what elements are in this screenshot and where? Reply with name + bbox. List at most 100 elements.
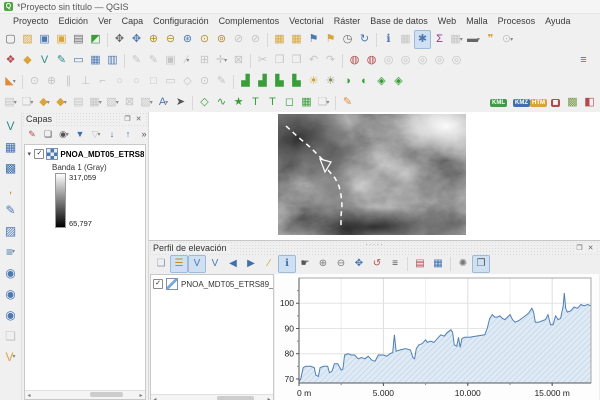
menu-vectorial[interactable]: Vectorial bbox=[284, 16, 329, 26]
panel-splitter-handle[interactable]: ····· bbox=[365, 240, 383, 249]
menu-base-de-datos[interactable]: Base de datos bbox=[365, 16, 433, 26]
new-spatialite-layer-button[interactable]: ✎ bbox=[53, 51, 70, 70]
layer-tree-item[interactable]: ▾ ✓ PNOA_MDT05_ETRS89_HU bbox=[25, 145, 145, 161]
undo-button[interactable]: ↶ bbox=[305, 51, 322, 70]
ellipse-tool-button[interactable]: ⊙ bbox=[196, 72, 213, 91]
digitize-with-segment-button[interactable]: ∕▾ bbox=[179, 51, 196, 70]
trim-extend-button[interactable]: ⌐ bbox=[94, 72, 111, 91]
menu-malla[interactable]: Malla bbox=[461, 16, 493, 26]
annotations-menu-button[interactable]: ❏▾ bbox=[19, 93, 36, 112]
full-histogram-stretch-button[interactable]: ▟ bbox=[254, 72, 271, 91]
expand-all-button[interactable]: ↓ bbox=[104, 126, 120, 143]
data-source-manager-button[interactable]: ❖ bbox=[2, 51, 19, 70]
save-project-button[interactable]: ▣ bbox=[36, 30, 53, 49]
profile-panel-close-button[interactable]: ✕ bbox=[585, 244, 596, 252]
menu-raster[interactable]: Ráster bbox=[329, 16, 366, 26]
profile-options-button[interactable]: ≡ bbox=[386, 255, 404, 273]
open-attribute-table-button[interactable]: ▦ bbox=[397, 30, 414, 49]
edit-in-place-button[interactable]: ⊠ bbox=[121, 93, 138, 112]
create-rect-text-annotation-button[interactable]: ◻ bbox=[281, 93, 298, 112]
filter-legend-button[interactable]: ▼ bbox=[72, 126, 88, 143]
pan-to-selection-button[interactable]: ✥ bbox=[128, 30, 145, 49]
profile-zoom-in-button[interactable]: ⊕ bbox=[314, 255, 332, 273]
layer-tree[interactable]: ▾ ✓ PNOA_MDT05_ETRS89_HU Banda 1 (Gray) … bbox=[24, 144, 146, 400]
select-annotation-button[interactable]: ➤ bbox=[172, 93, 189, 112]
profile-layer-item[interactable]: ✓ PNOA_MDT05_ETRS89_HU30_0 bbox=[151, 275, 273, 293]
profile-pan-button[interactable]: ☛ bbox=[296, 255, 314, 273]
elevation-profile-chart[interactable]: 7080901000 m5.00010.00015.000 m bbox=[275, 274, 599, 400]
manage-map-themes-button[interactable]: ◉▾ bbox=[56, 126, 72, 143]
layer-diagram-options-button[interactable]: ◍ bbox=[363, 51, 380, 70]
modify-annotations-button[interactable]: ❏▾ bbox=[315, 93, 332, 112]
rectangle-from-extent-button[interactable]: □ bbox=[145, 72, 162, 91]
save-layer-edits-button[interactable]: ▣ bbox=[162, 51, 179, 70]
statistics-panel-button[interactable]: Σ bbox=[431, 30, 448, 49]
process-selected-button[interactable]: ▧▾ bbox=[138, 93, 155, 112]
show-bookmarks-button[interactable]: ⚑ bbox=[322, 30, 339, 49]
profile-layer-list[interactable]: ✓ PNOA_MDT05_ETRS89_HU30_0 ◂ ▸ bbox=[150, 274, 274, 400]
current-edits-button[interactable]: ✎ bbox=[128, 51, 145, 70]
add-spatialite-layer-button[interactable]: ✎ bbox=[0, 199, 21, 220]
auto-label-button[interactable]: A▾ bbox=[155, 93, 172, 112]
create-polygon-annotation-button[interactable]: ◇ bbox=[196, 93, 213, 112]
new-temporary-scratch-layer-button[interactable]: ▭ bbox=[70, 51, 87, 70]
zoom-to-layer-button[interactable]: ⊚ bbox=[213, 30, 230, 49]
full-cumulative-stretch-button[interactable]: ▙ bbox=[288, 72, 305, 91]
new-geopackage-layer-button[interactable]: ◆ bbox=[19, 51, 36, 70]
layer-labeling-options-button[interactable]: ◍ bbox=[346, 51, 363, 70]
decrease-brightness-button[interactable]: ☀ bbox=[322, 72, 339, 91]
move-label-button[interactable]: ◎ bbox=[414, 51, 431, 70]
add-group-button[interactable]: ❏ bbox=[40, 126, 56, 143]
create-image-annotation-button[interactable]: ▦ bbox=[298, 93, 315, 112]
menu-procesos[interactable]: Procesos bbox=[493, 16, 541, 26]
add-wfs-layer-button[interactable]: ◉ bbox=[0, 304, 21, 325]
add-wms-layer-button[interactable]: ◉ bbox=[0, 262, 21, 283]
scroll-right-icon[interactable]: ▸ bbox=[137, 392, 145, 399]
collapse-all-button[interactable]: ↑ bbox=[120, 126, 136, 143]
zoom-to-selection-button[interactable]: ⊙ bbox=[196, 30, 213, 49]
add-postgis-layer-button[interactable]: ≡▾ bbox=[0, 241, 21, 262]
rotate-label-button[interactable]: ◎ bbox=[431, 51, 448, 70]
increase-contrast-button[interactable]: ◑ bbox=[339, 72, 356, 91]
new-virtual-layer-button[interactable]: ▦ bbox=[87, 51, 104, 70]
add-mesh-layer-button[interactable]: ▩ bbox=[0, 157, 21, 178]
circle-3-points-button[interactable]: ○ bbox=[128, 72, 145, 91]
refresh-map-button[interactable]: ↻ bbox=[356, 30, 373, 49]
enable-advanced-digitizing-button[interactable]: ⊙ bbox=[26, 72, 43, 91]
scroll-left-icon[interactable]: ◂ bbox=[25, 392, 33, 399]
menu-capa[interactable]: Capa bbox=[117, 16, 149, 26]
add-delimited-text-layer-button[interactable]: , bbox=[0, 178, 21, 199]
copy-features-button[interactable]: ❐ bbox=[271, 51, 288, 70]
layers-panel-close-button[interactable]: ✕ bbox=[133, 115, 144, 123]
profile-zoom-full-button[interactable]: ✥ bbox=[350, 255, 368, 273]
toggle-editing-button[interactable]: ✎ bbox=[145, 51, 162, 70]
new-shapefile-layer-button[interactable]: V bbox=[36, 51, 53, 70]
zoom-out-button[interactable]: ⊖ bbox=[162, 30, 179, 49]
profile-export-pdf-button[interactable]: ▤ bbox=[411, 255, 429, 273]
menu-ver[interactable]: Ver bbox=[93, 16, 117, 26]
export-html-button[interactable]: HTM bbox=[530, 93, 547, 112]
add-raster-layer-button[interactable]: ▦ bbox=[0, 136, 21, 157]
map-theme-preview-button[interactable]: ▧▾ bbox=[104, 93, 121, 112]
rectangle-3-points-button[interactable]: ▭ bbox=[162, 72, 179, 91]
change-label-button[interactable]: ◎ bbox=[448, 51, 465, 70]
profile-list-hscrollbar[interactable]: ◂ ▸ bbox=[151, 394, 273, 400]
raster-calculator-button[interactable]: ▦▾ bbox=[448, 30, 465, 49]
temporal-controller-button[interactable]: ◷ bbox=[339, 30, 356, 49]
parallel-constraint-button[interactable]: ∥ bbox=[60, 72, 77, 91]
annotation-tool-button[interactable]: ✎ bbox=[213, 72, 230, 91]
map-decorations-button[interactable]: ▤▾ bbox=[2, 93, 19, 112]
expander-icon[interactable]: ▾ bbox=[26, 150, 32, 158]
plugin-tool-button[interactable]: ◧ bbox=[581, 93, 598, 112]
zoom-full-extent-button[interactable]: ⊛ bbox=[179, 30, 196, 49]
perpendicular-constraint-button[interactable]: ⊥ bbox=[77, 72, 94, 91]
menu-complementos[interactable]: Complementos bbox=[214, 16, 285, 26]
profile-nudge-left-button[interactable]: ◀ bbox=[224, 255, 242, 273]
measure-line-button[interactable]: ▬▾ bbox=[465, 30, 482, 49]
project-properties-button[interactable]: ◩ bbox=[87, 30, 104, 49]
profile-clear-button[interactable]: ↺ bbox=[368, 255, 386, 273]
zoom-last-button[interactable]: ⊘ bbox=[230, 30, 247, 49]
profile-capture-curve-button[interactable]: V bbox=[188, 255, 206, 273]
layers-panel-hscrollbar[interactable]: ◂ ▸ bbox=[25, 390, 145, 399]
vertex-tool-all-layers-button[interactable]: ✛▾ bbox=[213, 51, 230, 70]
